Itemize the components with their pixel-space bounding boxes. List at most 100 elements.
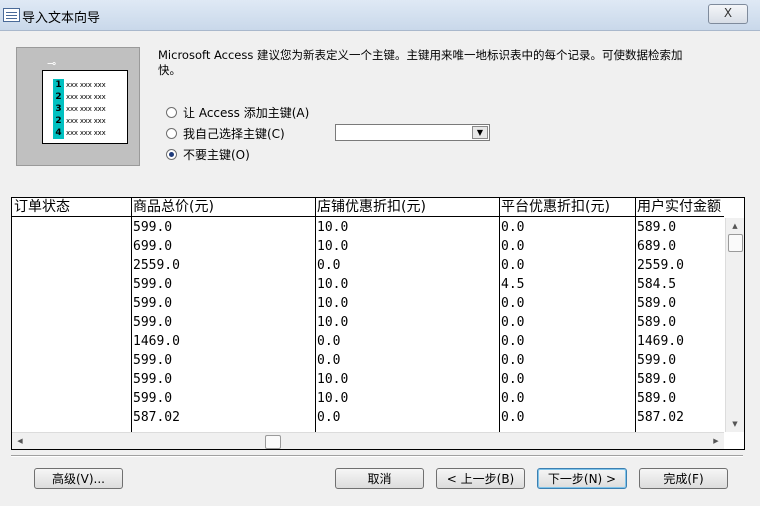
grid-cell: 689.0 [637, 239, 677, 254]
grid-cell: 10.0 [317, 277, 349, 292]
grid-cell: 0.0 [501, 296, 525, 311]
radio-no-key[interactable]: 不要主键(O) [166, 146, 250, 163]
grid-cell: 599.0 [133, 277, 173, 292]
grid-cell: 10.0 [317, 315, 349, 330]
radio-label: 我自己选择主键(C) [183, 127, 285, 141]
grid-cell: 584.5 [637, 277, 677, 292]
grid-cell: 0.0 [501, 315, 525, 330]
grid-cell: 10.0 [317, 372, 349, 387]
column-header[interactable]: 订单状态 [12, 198, 131, 217]
row-number: 1 [53, 79, 64, 91]
vertical-scrollbar[interactable]: ▲ ▼ [725, 218, 744, 432]
row-placeholder-text: xxx xxx xxx [66, 105, 106, 113]
row-placeholder-text: xxx xxx xxx [66, 93, 106, 101]
row-placeholder-text: xxx xxx xxx [66, 81, 106, 89]
grid-column[interactable]: 平台优惠折扣(元) 0.0 0.0 0.0 4.5 0.0 0.0 0.0 0.0 0.0 0.0 0… [499, 198, 636, 432]
grid-cell: 0.0 [501, 239, 525, 254]
grid-cell: 599.0 [133, 372, 173, 387]
grid-cell [12, 256, 131, 275]
grid-cell: 699.0 [133, 239, 173, 254]
grid-cell [12, 218, 131, 237]
grid-cell: 599.0 [133, 391, 173, 406]
back-button[interactable]: < 上一步(B) [436, 468, 525, 489]
scroll-thumb[interactable] [728, 234, 743, 252]
scroll-up-icon[interactable]: ▲ [726, 218, 744, 234]
grid-cell: 1469.0 [133, 334, 180, 349]
finish-button[interactable]: 完成(F) [639, 468, 728, 489]
grid-cell: 599.0 [133, 296, 173, 311]
divider [11, 455, 743, 457]
radio-button[interactable] [166, 149, 177, 160]
radio-button[interactable] [166, 107, 177, 118]
grid-cell: 589.0 [637, 296, 677, 311]
row-placeholder-text: xxx xxx xxx [66, 129, 106, 137]
grid-cell: 589.0 [637, 372, 677, 387]
scroll-right-icon[interactable]: ▶ [708, 433, 724, 449]
grid-cell: 10.0 [317, 239, 349, 254]
grid-cell [12, 275, 131, 294]
row-number: 3 [53, 103, 64, 115]
grid-cell [12, 332, 131, 351]
grid-cell: 0.0 [501, 353, 525, 368]
radio-label: 让 Access 添加主键(A) [183, 106, 310, 120]
grid-cell: 0.0 [501, 391, 525, 406]
grid-cell: 1469.0 [637, 334, 684, 349]
row-number: 2 [53, 91, 64, 103]
grid-cell [12, 389, 131, 408]
scroll-left-icon[interactable]: ◀ [12, 433, 28, 449]
scroll-down-icon[interactable]: ▼ [726, 416, 744, 432]
grid-cell: 2559.0 [133, 258, 180, 273]
illustration-row: 4 xxx xxx xxx [43, 127, 127, 139]
grid-cell [12, 313, 131, 332]
grid-cell: 2559.0 [637, 258, 684, 273]
grid-cell: 589.0 [637, 391, 677, 406]
title-bar: 导入文本向导 X [0, 0, 760, 31]
horizontal-scrollbar[interactable]: ◀ ▶ [12, 432, 724, 449]
grid-cell: 587.02 [637, 410, 684, 425]
column-header[interactable]: 用户实付金额 [635, 198, 724, 217]
illustration-row: 1 xxx xxx xxx [43, 79, 127, 91]
illustration-row: 3 xxx xxx xxx [43, 103, 127, 115]
illustration-row: 2 xxx xxx xxx [43, 91, 127, 103]
key-field-combo[interactable]: ▼ [335, 124, 490, 141]
column-header[interactable]: 平台优惠折扣(元) [499, 198, 635, 217]
grid-column[interactable]: 订单状态 [12, 198, 132, 432]
scroll-thumb[interactable] [265, 435, 281, 449]
grid-cell [12, 370, 131, 389]
grid-cell: 0.0 [501, 410, 525, 425]
column-header[interactable]: 商品总价(元) [131, 198, 315, 217]
grid-cell: 0.0 [317, 334, 341, 349]
grid-cell [12, 408, 131, 427]
grid-cell: 589.0 [637, 220, 677, 235]
key-icon: ⊸ [47, 57, 57, 70]
illustration-row: 2 xxx xxx xxx [43, 115, 127, 127]
cancel-button[interactable]: 取消 [335, 468, 424, 489]
row-number: 2 [53, 115, 64, 127]
window-title: 导入文本向导 [22, 11, 101, 26]
grid-cell: 0.0 [501, 372, 525, 387]
grid-cell: 4.5 [501, 277, 525, 292]
grid-column[interactable]: 商品总价(元) 599.0 699.0 2559.0 599.0 599.0 599.0 14… [131, 198, 316, 432]
radio-button[interactable] [166, 128, 177, 139]
grid-cell: 599.0 [133, 315, 173, 330]
grid-cell: 589.0 [637, 315, 677, 330]
grid-cell: 0.0 [317, 353, 341, 368]
grid-cell: 599.0 [637, 353, 677, 368]
next-button[interactable]: 下一步(N) > [537, 468, 627, 489]
close-button[interactable]: X [708, 4, 748, 24]
grid-cell: 0.0 [317, 410, 341, 425]
radio-access-add-key[interactable]: 让 Access 添加主键(A) [166, 104, 309, 121]
grid-column[interactable]: 店铺优惠折扣(元) 10.0 10.0 0.0 10.0 10.0 10.0 0.0 0.0 10… [315, 198, 500, 432]
chevron-down-icon[interactable]: ▼ [472, 126, 488, 139]
form-icon [3, 8, 20, 22]
grid-cell [12, 351, 131, 370]
wizard-illustration: ⊸ 1 xxx xxx xxx 2 xxx xxx xxx 3 xxx xxx xxx 2 x… [16, 47, 140, 166]
row-placeholder-text: xxx xxx xxx [66, 117, 106, 125]
grid-column[interactable]: 用户实付金额 589.0 689.0 2559.0 584.5 589.0 589.0 146… [635, 198, 724, 432]
radio-label: 不要主键(O) [183, 148, 250, 162]
column-header[interactable]: 店铺优惠折扣(元) [315, 198, 499, 217]
grid-cell: 599.0 [133, 220, 173, 235]
grid-cell: 0.0 [317, 258, 341, 273]
advanced-button[interactable]: 高级(V)... [34, 468, 123, 489]
radio-choose-own-key[interactable]: 我自己选择主键(C) [166, 125, 285, 142]
